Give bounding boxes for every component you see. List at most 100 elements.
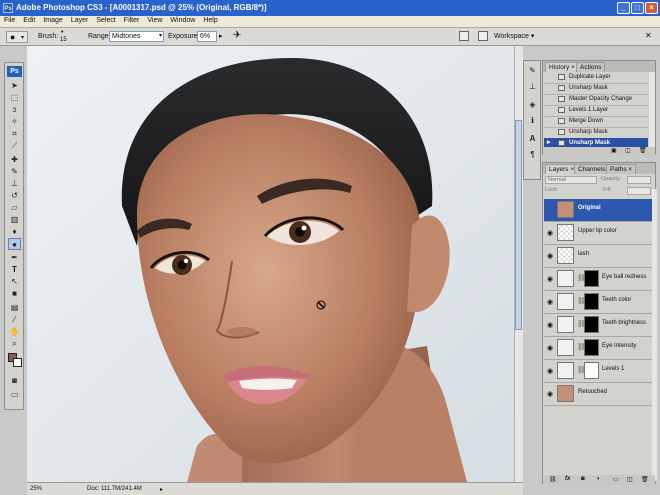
- history-item[interactable]: Unsharp Mask: [544, 127, 648, 139]
- trash-icon[interactable]: 🗑: [641, 476, 649, 483]
- layer-mask-thumbnail[interactable]: [584, 316, 599, 333]
- options-close-icon[interactable]: ✕: [645, 31, 652, 40]
- minimize-button[interactable]: _: [617, 2, 630, 14]
- history-item[interactable]: Master Opacity Change: [544, 94, 648, 106]
- layer-row[interactable]: ◉ ⛓ Teeth color: [544, 291, 652, 314]
- visibility-eye-icon[interactable]: ◉: [547, 206, 553, 214]
- layer-row[interactable]: ◉ ⛓ Levels 1: [544, 360, 652, 383]
- history-item[interactable]: Merge Down: [544, 116, 648, 128]
- layer-mask-thumbnail[interactable]: [584, 293, 599, 310]
- blend-mode-select[interactable]: Normal: [545, 176, 597, 184]
- tool-preset-picker[interactable]: ● ▾: [6, 31, 28, 43]
- pen-tool-icon[interactable]: ✒: [8, 252, 21, 264]
- layer-mask-thumbnail[interactable]: [584, 339, 599, 356]
- menu-edit[interactable]: Edit: [19, 16, 39, 24]
- layer-row[interactable]: ◉ lash: [544, 245, 652, 268]
- layer-row[interactable]: ◉ ⛓ Eye Intensity: [544, 337, 652, 360]
- background-color-swatch[interactable]: [13, 358, 22, 367]
- dodge-tool-icon[interactable]: ●: [8, 238, 21, 250]
- crop-tool-icon[interactable]: ⌗: [8, 128, 21, 140]
- eraser-tool-icon[interactable]: ▱: [8, 202, 21, 214]
- layers-scrollbar[interactable]: [652, 189, 657, 481]
- exposure-field[interactable]: 6%: [197, 31, 217, 42]
- visibility-eye-icon[interactable]: ◉: [547, 298, 553, 306]
- magic-wand-tool-icon[interactable]: ✧: [8, 116, 21, 128]
- healing-brush-tool-icon[interactable]: ✚: [8, 154, 21, 166]
- file-browser-icon[interactable]: [459, 31, 469, 41]
- slice-tool-icon[interactable]: ⟋: [8, 140, 21, 152]
- menu-select[interactable]: Select: [92, 16, 119, 24]
- menu-window[interactable]: Window: [166, 16, 199, 24]
- shape-tool-icon[interactable]: ■: [8, 288, 21, 300]
- hand-tool-icon[interactable]: ✋: [8, 326, 21, 338]
- menu-view[interactable]: View: [143, 16, 166, 24]
- layer-row-original[interactable]: ◉ Original: [544, 199, 652, 222]
- visibility-eye-icon[interactable]: ◉: [547, 344, 553, 352]
- fill-field[interactable]: [627, 187, 651, 195]
- lasso-tool-icon[interactable]: ↄ: [8, 104, 21, 116]
- airbrush-icon[interactable]: ✈: [233, 30, 241, 41]
- menu-help[interactable]: Help: [199, 16, 221, 24]
- clone-source-palette-icon[interactable]: ⊥: [526, 81, 539, 93]
- document-canvas[interactable]: [27, 46, 517, 482]
- info-palette-icon[interactable]: ℹ: [526, 115, 539, 127]
- add-mask-icon[interactable]: ◙: [581, 476, 585, 482]
- screen-mode-icon[interactable]: ▭: [8, 389, 21, 401]
- quick-mask-icon[interactable]: ◙: [8, 375, 21, 387]
- brushes-palette-icon[interactable]: ✎: [526, 65, 539, 77]
- marquee-tool-icon[interactable]: ⬚: [8, 92, 21, 104]
- move-tool-icon[interactable]: ➤: [8, 80, 21, 92]
- visibility-eye-icon[interactable]: ◉: [547, 275, 553, 283]
- layer-style-icon[interactable]: fx: [565, 476, 570, 482]
- new-layer-icon[interactable]: ◫: [627, 476, 633, 483]
- zoom-level[interactable]: 25%: [30, 486, 42, 492]
- layer-row[interactable]: ◉ Retouched: [544, 383, 652, 406]
- workspace-menu[interactable]: Workspace ▾: [494, 32, 534, 40]
- tab-actions[interactable]: Actions: [576, 62, 606, 72]
- layer-row[interactable]: ◉ ⛓ Eye ball redness: [544, 268, 652, 291]
- notes-tool-icon[interactable]: ▤: [8, 302, 21, 314]
- trash-icon[interactable]: 🗑: [639, 147, 647, 154]
- brush-tool-icon[interactable]: ✎: [8, 166, 21, 178]
- palette-well-icon[interactable]: [478, 31, 488, 41]
- path-selection-tool-icon[interactable]: ↖: [8, 276, 21, 288]
- paragraph-palette-icon[interactable]: ¶: [526, 149, 539, 161]
- status-menu-arrow-icon[interactable]: ▸: [160, 486, 163, 493]
- maximize-button[interactable]: □: [631, 2, 644, 14]
- history-brush-tool-icon[interactable]: ↺: [8, 190, 21, 202]
- history-item[interactable]: Duplicate Layer: [544, 72, 648, 84]
- history-scrollbar[interactable]: [649, 72, 655, 148]
- navigator-palette-icon[interactable]: ◈: [526, 99, 539, 111]
- history-item[interactable]: Levels 1 Layer: [544, 105, 648, 117]
- zoom-tool-icon[interactable]: ⌕: [8, 338, 21, 350]
- type-tool-icon[interactable]: T: [8, 264, 21, 276]
- visibility-eye-icon[interactable]: ◉: [547, 252, 553, 260]
- close-button[interactable]: ×: [645, 2, 658, 14]
- link-layers-icon[interactable]: ⛓: [549, 476, 557, 483]
- blur-tool-icon[interactable]: ♦: [8, 226, 21, 238]
- layer-row[interactable]: ◉ Upper lip color: [544, 222, 652, 245]
- range-select[interactable]: Midtones ▾: [109, 31, 164, 42]
- layer-mask-thumbnail[interactable]: [584, 270, 599, 287]
- gradient-tool-icon[interactable]: ▥: [8, 214, 21, 226]
- menu-layer[interactable]: Layer: [67, 16, 93, 24]
- layer-mask-thumbnail[interactable]: [584, 362, 599, 379]
- scrollbar-thumb[interactable]: [515, 120, 522, 330]
- history-item[interactable]: Unsharp Mask: [544, 83, 648, 95]
- menu-file[interactable]: File: [0, 16, 19, 24]
- opacity-field[interactable]: [627, 176, 651, 184]
- new-document-from-state-icon[interactable]: ▣: [611, 147, 617, 154]
- menu-image[interactable]: Image: [39, 16, 66, 24]
- new-snapshot-icon[interactable]: ◫: [625, 147, 631, 154]
- exposure-slider-arrow-icon[interactable]: ▸: [219, 32, 223, 40]
- visibility-eye-icon[interactable]: ◉: [547, 321, 553, 329]
- visibility-eye-icon[interactable]: ◉: [547, 229, 553, 237]
- adjustment-layer-button-icon[interactable]: ◐: [597, 476, 601, 482]
- brush-picker[interactable]: • 15: [58, 29, 72, 45]
- character-palette-icon[interactable]: A: [526, 133, 539, 145]
- layer-row[interactable]: ◉ ⛓ Teeth brightness: [544, 314, 652, 337]
- tab-paths[interactable]: Paths ×: [606, 164, 637, 174]
- visibility-eye-icon[interactable]: ◉: [547, 390, 553, 398]
- menu-filter[interactable]: Filter: [120, 16, 144, 24]
- eyedropper-tool-icon[interactable]: ⁄: [8, 314, 21, 326]
